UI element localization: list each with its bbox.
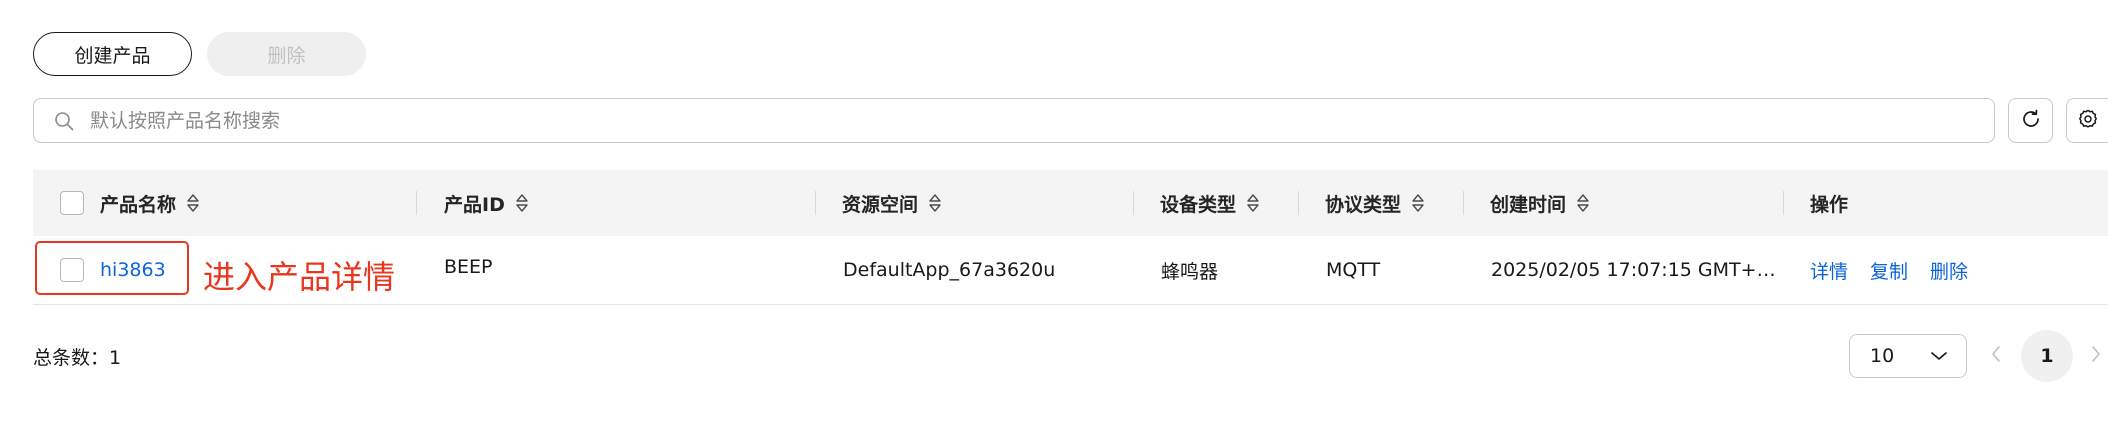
page-number-current[interactable]: 1	[2021, 330, 2073, 382]
annotation-highlight-box	[35, 241, 189, 295]
previous-page-button[interactable]	[1981, 334, 2011, 378]
column-header-actions: 操作	[1810, 170, 1848, 236]
column-divider[interactable]	[416, 191, 417, 215]
column-label: 设备类型	[1160, 193, 1237, 216]
column-divider[interactable]	[1463, 191, 1464, 215]
sort-icon[interactable]	[514, 192, 530, 214]
protocol-cell: MQTT	[1326, 259, 1381, 281]
sort-icon[interactable]	[1410, 192, 1426, 214]
select-all-checkbox[interactable]	[60, 170, 84, 236]
search-icon	[54, 110, 76, 132]
sort-icon[interactable]	[185, 192, 201, 214]
sort-icon[interactable]	[1575, 192, 1591, 214]
column-label: 操作	[1810, 193, 1849, 216]
checkbox[interactable]	[60, 191, 84, 215]
search-bar[interactable]	[33, 98, 1995, 143]
column-label: 产品名称	[100, 193, 177, 216]
chevron-down-icon	[1930, 345, 1948, 367]
chevron-left-icon	[1990, 344, 2002, 368]
product-list-page: 创建产品 删除 产品	[0, 0, 2108, 423]
column-divider[interactable]	[1133, 191, 1134, 215]
copy-link[interactable]: 复制	[1870, 236, 1908, 304]
sort-icon[interactable]	[927, 192, 943, 214]
column-header-protocol[interactable]: 协议类型	[1325, 170, 1426, 236]
settings-button[interactable]	[2066, 98, 2108, 143]
column-header-name[interactable]: 产品名称	[100, 170, 201, 236]
refresh-icon	[2020, 108, 2042, 134]
created-time-cell: 2025/02/05 17:07:15 GMT+…	[1491, 259, 1776, 281]
search-input[interactable]	[88, 108, 1892, 133]
column-divider[interactable]	[1298, 191, 1299, 215]
column-label: 创建时间	[1490, 193, 1567, 216]
column-header-id[interactable]: 产品ID	[444, 170, 530, 236]
resource-space-cell: DefaultApp_67a3620u	[843, 259, 1056, 281]
refresh-button[interactable]	[2008, 98, 2053, 143]
page-size-value: 10	[1870, 345, 1895, 367]
column-label: 资源空间	[842, 193, 919, 216]
column-header-space[interactable]: 资源空间	[842, 170, 943, 236]
sort-icon[interactable]	[1245, 192, 1261, 214]
chevron-right-icon	[2090, 344, 2102, 368]
gear-icon	[2077, 108, 2099, 134]
column-label: 产品ID	[444, 193, 505, 216]
column-header-device-type[interactable]: 设备类型	[1160, 170, 1261, 236]
product-id-cell: BEEP	[444, 256, 493, 278]
delete-link[interactable]: 删除	[1930, 236, 1968, 304]
column-header-created[interactable]: 创建时间	[1490, 170, 1591, 236]
table-header: 产品名称 产品ID 资源空间 设备类型 协议类型 创建时间 操作	[33, 170, 2108, 236]
delete-button: 删除	[207, 32, 366, 76]
column-divider[interactable]	[815, 191, 816, 215]
column-label: 协议类型	[1325, 193, 1402, 216]
column-divider[interactable]	[1783, 191, 1784, 215]
details-link[interactable]: 详情	[1810, 236, 1848, 304]
device-type-cell: 蜂鸣器	[1161, 260, 1219, 283]
create-product-button[interactable]: 创建产品	[33, 32, 192, 76]
page-size-select[interactable]: 10	[1849, 334, 1967, 378]
total-count: 总条数：1	[33, 347, 122, 369]
next-page-button[interactable]	[2084, 334, 2108, 378]
annotation-text: 进入产品详情	[203, 258, 396, 296]
